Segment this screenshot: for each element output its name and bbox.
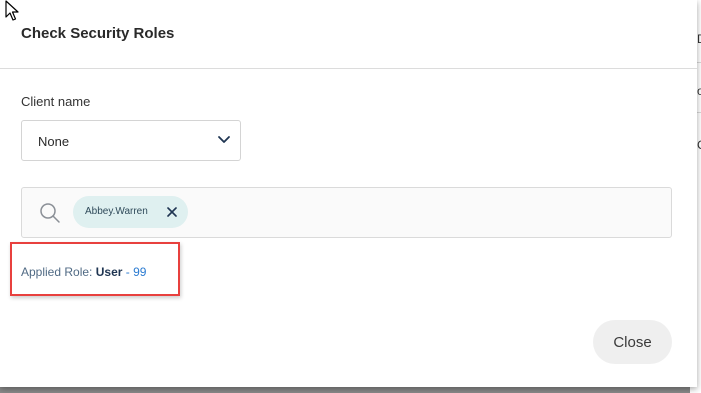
- applied-role-separator: -: [122, 265, 134, 279]
- user-search-input[interactable]: Abbey.Warren: [21, 187, 672, 238]
- close-icon[interactable]: [167, 207, 177, 217]
- header-divider: [0, 68, 697, 69]
- close-button[interactable]: Close: [593, 320, 672, 364]
- check-security-roles-dialog: Check Security Roles Client name None Ab…: [0, 0, 697, 387]
- background-text-fragment: C: [697, 138, 701, 152]
- dialog-title: Check Security Roles: [21, 25, 175, 42]
- applied-role-label: Applied Role:: [21, 265, 93, 279]
- client-name-selected-value: None: [38, 134, 70, 149]
- user-chip: Abbey.Warren: [73, 196, 188, 228]
- background-divider: [697, 112, 701, 113]
- applied-role-text: Applied Role: User - 99: [21, 265, 146, 279]
- applied-role-name: User: [95, 265, 123, 279]
- mouse-cursor-icon: [5, 0, 19, 21]
- background-divider: [697, 62, 701, 63]
- client-name-dropdown[interactable]: None: [21, 120, 241, 161]
- background-text-fragment: D: [697, 32, 701, 46]
- user-chip-label: Abbey.Warren: [85, 206, 148, 217]
- background-text-fragment: o: [697, 84, 701, 98]
- chevron-down-icon: [218, 136, 230, 143]
- applied-role-code: 99: [133, 265, 147, 279]
- search-icon: [40, 203, 60, 223]
- client-name-label: Client name: [21, 94, 91, 109]
